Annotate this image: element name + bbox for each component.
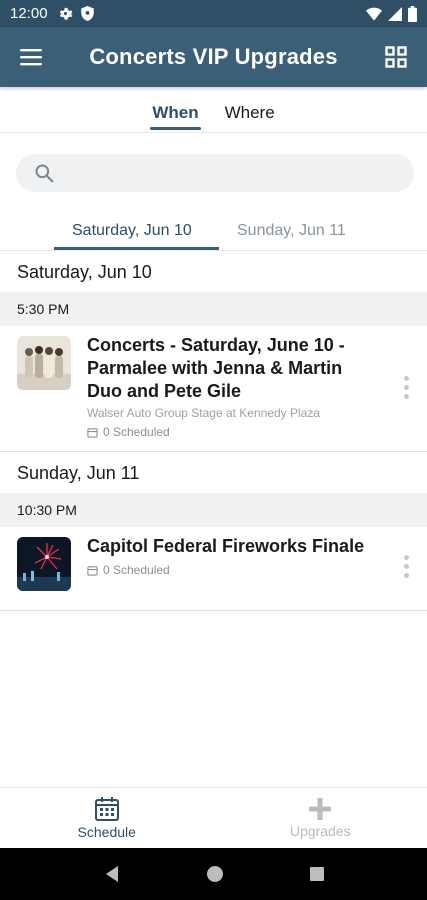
nav-upgrades-label: Upgrades — [289, 823, 351, 839]
time-slot-sunday: 10:30 PM — [0, 493, 427, 527]
app-bar: Concerts VIP Upgrades — [0, 27, 427, 87]
event-info: Capitol Federal Fireworks Finale 0 Sched… — [87, 535, 377, 577]
calendar-icon — [94, 797, 119, 821]
system-navigation-bar — [0, 848, 427, 900]
bottom-navigation: Schedule Upgrades — [0, 787, 427, 848]
grid-view-button[interactable] — [365, 27, 427, 87]
time-slot-saturday: 5:30 PM — [0, 292, 427, 326]
tab-where[interactable]: Where — [225, 87, 275, 132]
date-tabs: Saturday, Jun 10 Sunday, Jun 11 — [0, 210, 427, 251]
nav-upgrades[interactable]: Upgrades — [214, 788, 427, 848]
day-header-saturday: Saturday, Jun 10 — [17, 261, 152, 282]
shield-icon — [80, 6, 94, 21]
search-icon — [35, 164, 54, 183]
signal-icon — [388, 6, 402, 21]
scheduled-count-label: 0 Scheduled — [103, 563, 170, 577]
search-bar[interactable] — [16, 154, 414, 192]
home-icon[interactable] — [206, 865, 224, 883]
scheduled-count: 0 Scheduled — [87, 563, 377, 577]
status-bar: 12:00 — [0, 0, 427, 27]
more-options-icon[interactable] — [402, 376, 410, 399]
day-header-sunday: Sunday, Jun 11 — [17, 462, 140, 483]
event-card-fireworks[interactable]: Capitol Federal Fireworks Finale 0 Sched… — [0, 527, 427, 611]
recents-icon[interactable] — [309, 866, 325, 882]
event-info: Concerts - Saturday, June 10 - Parmalee … — [87, 334, 377, 439]
nav-schedule[interactable]: Schedule — [0, 788, 214, 848]
nav-schedule-label: Schedule — [77, 824, 136, 840]
event-title: Capitol Federal Fireworks Finale — [87, 536, 365, 556]
wifi-icon — [366, 7, 382, 21]
date-tab-indicator — [54, 247, 219, 250]
event-thumbnail-fireworks — [17, 537, 71, 591]
battery-icon — [408, 5, 417, 22]
menu-button[interactable] — [0, 27, 62, 87]
status-time: 12:00 — [10, 5, 48, 22]
date-tab-sunday[interactable]: Sunday, Jun 11 — [237, 222, 346, 240]
plus-icon — [309, 798, 332, 820]
search-input[interactable] — [64, 164, 394, 182]
scheduled-count: 0 Scheduled — [87, 425, 377, 439]
view-tabs: When Where — [0, 87, 427, 133]
calendar-small-icon — [87, 427, 98, 438]
scheduled-count-label: 0 Scheduled — [103, 425, 170, 439]
event-venue: Walser Auto Group Stage at Kennedy Plaza — [87, 406, 321, 420]
hamburger-menu-icon — [20, 49, 42, 66]
event-thumbnail-band — [17, 336, 71, 390]
more-options-icon[interactable] — [402, 555, 410, 578]
back-icon[interactable] — [103, 865, 121, 883]
date-tab-saturday[interactable]: Saturday, Jun 10 — [72, 222, 192, 240]
tab-when[interactable]: When — [150, 87, 201, 132]
app-title: Concerts VIP Upgrades — [89, 44, 338, 69]
settings-gear-icon — [59, 7, 72, 20]
event-title: Concerts - Saturday, June 10 - Parmalee … — [87, 335, 345, 401]
event-card-concert[interactable]: Concerts - Saturday, June 10 - Parmalee … — [0, 326, 427, 452]
calendar-small-icon — [87, 565, 98, 576]
grid-icon — [385, 46, 407, 68]
